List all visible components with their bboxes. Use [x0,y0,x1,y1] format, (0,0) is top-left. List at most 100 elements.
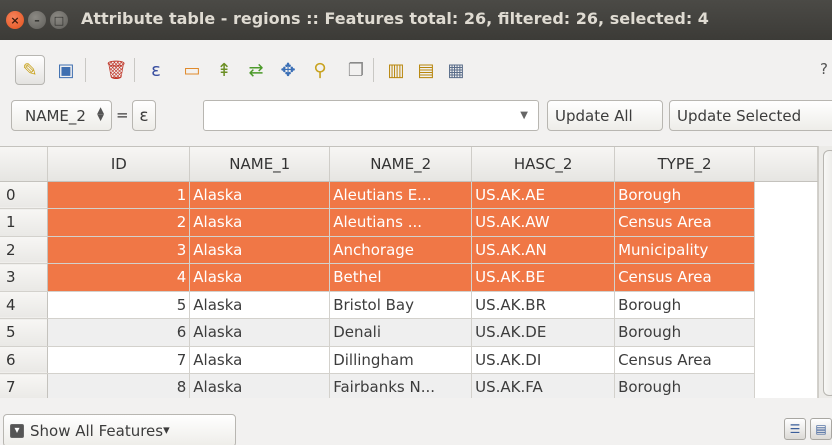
cell-name-1[interactable]: Alaska [189,373,331,398]
table-row[interactable]: 7 8 Alaska Fairbanks N... US.AK.FA Borough [0,373,818,398]
cell-name-1[interactable]: Alaska [189,181,331,209]
delete-selected-button[interactable]: 🗑 [101,55,131,85]
row-header[interactable]: 3 [0,263,49,292]
cell-id[interactable]: 7 [47,346,191,374]
cell-type-2[interactable]: Census Area [614,346,756,374]
cell-type-2[interactable]: Municipality [614,236,756,264]
help-button[interactable]: ? [820,60,828,78]
cell-id[interactable]: 3 [47,236,191,264]
scrollbar-thumb[interactable] [823,150,832,396]
zoom-to-selected-button[interactable]: ⚲ [305,55,335,85]
table-row[interactable]: 2 3 Alaska Anchorage US.AK.AN Municipality [0,236,818,264]
cell-type-2[interactable]: Borough [614,318,756,347]
cell-id[interactable]: 4 [47,263,191,292]
expression-builder-button[interactable]: ε [132,100,156,131]
table-row[interactable]: 1 2 Alaska Aleutians ... US.AK.AW Census Area [0,208,818,237]
cell-hasc-2[interactable]: US.AK.DI [471,346,616,374]
cell-hasc-2[interactable]: US.AK.BR [471,291,616,319]
column-header-id[interactable]: ID ▲ [47,147,205,182]
cell-name-2[interactable]: Aleutians ... [329,208,473,237]
table-row[interactable]: 5 6 Alaska Denali US.AK.DE Borough [0,318,818,347]
cell-hasc-2[interactable]: US.AK.DE [471,318,616,347]
cell-type-2[interactable]: Borough [614,373,756,398]
pan-to-selected-button[interactable]: ✥ [273,55,303,85]
cell-name-2[interactable]: Anchorage [329,236,473,264]
cell-id[interactable]: 6 [47,318,191,347]
cell-hasc-2[interactable]: US.AK.AW [471,208,616,237]
cell-hasc-2[interactable]: US.AK.FA [471,373,616,398]
cell-name-2[interactable]: Bethel [329,263,473,292]
cell-id[interactable]: 8 [47,373,191,398]
save-edits-button[interactable]: ▣ [51,55,81,85]
delete-column-button[interactable]: ▥ [381,55,411,85]
move-selection-top-button[interactable]: ⇞ [209,55,239,85]
new-column-button[interactable]: ▤ [411,55,441,85]
table-row[interactable]: 4 5 Alaska Bristol Bay US.AK.BR Borough [0,291,818,319]
update-value-input[interactable]: ▼ [203,100,539,131]
table-view-button[interactable]: ☰ [784,418,806,440]
cell-type-2[interactable]: Borough [614,291,756,319]
window-title: Attribute table - regions :: Features to… [81,9,709,28]
row-header[interactable]: 4 [0,291,49,319]
cell-hasc-2[interactable]: US.AK.BE [471,263,616,292]
cell-name-1[interactable]: Alaska [189,318,331,347]
toolbar: ? ✎ ▣ 🗑 ε ▭ ⇞ ⇄ ✥ ⚲ ❐ ▥ ▤ ▦ [0,50,832,90]
cell-name-1[interactable]: Alaska [189,208,331,237]
cell-type-2[interactable]: Census Area [614,263,756,292]
table-row[interactable]: 6 7 Alaska Dillingham US.AK.DI Census Area [0,346,818,374]
cell-id[interactable]: 2 [47,208,191,237]
row-header[interactable]: 6 [0,346,49,374]
field-calculator-button[interactable]: ▦ [441,55,471,85]
deselect-all-button[interactable]: ▭ [177,55,207,85]
column-header-hasc-2[interactable]: HASC_2 [471,147,616,182]
toggle-editing-button[interactable]: ✎ [15,55,45,85]
cell-name-1[interactable]: Alaska [189,236,331,264]
form-view-button[interactable]: ▤ [810,418,832,440]
cell-name-1[interactable]: Alaska [189,291,331,319]
cell-name-2[interactable]: Aleutians E... [329,181,473,209]
cell-name-2[interactable]: Bristol Bay [329,291,473,319]
cell-name-2[interactable]: Fairbanks N... [329,373,473,398]
field-select[interactable]: NAME_2 ▲ ▼ [11,100,112,131]
row-header[interactable]: 7 [0,373,49,398]
row-filler [754,318,818,346]
cell-hasc-2[interactable]: US.AK.AN [471,236,616,264]
cell-name-2[interactable]: Dillingham [329,346,473,374]
zoom-to-selected-icon: ⚲ [313,59,327,81]
cell-hasc-2[interactable]: US.AK.AE [471,181,616,209]
maximize-window-button[interactable]: □ [50,11,68,29]
row-header[interactable]: 0 [0,181,49,209]
cell-name-1[interactable]: Alaska [189,346,331,374]
row-filler [754,291,818,319]
corner-header[interactable] [0,147,49,182]
column-header-type-2[interactable]: TYPE_2 [614,147,756,182]
table-row[interactable]: 0 1 Alaska Aleutians E... US.AK.AE Borough [0,181,818,209]
cell-type-2[interactable]: Census Area [614,208,756,237]
row-header[interactable]: 2 [0,236,49,264]
show-all-features-button[interactable]: ▾ Show All Features ▾ [3,414,236,445]
table-row[interactable]: 3 4 Alaska Bethel US.AK.BE Census Area [0,263,818,292]
update-selected-button[interactable]: Update Selected [669,100,832,131]
update-all-button[interactable]: Update All [547,100,663,131]
chevron-down-icon[interactable]: ▼ [520,110,528,121]
copy-rows-button[interactable]: ❐ [341,55,371,85]
column-header-name-1[interactable]: NAME_1 [189,147,331,182]
cell-name-2[interactable]: Denali [329,318,473,347]
close-window-button[interactable]: × [6,11,24,29]
cell-type-2[interactable]: Borough [614,181,756,209]
field-spinner[interactable]: ▲ ▼ [97,107,104,123]
row-filler [754,373,818,398]
vertical-scrollbar[interactable] [818,146,832,398]
select-by-expression-button[interactable]: ε [141,55,171,85]
filter-icon: ▾ [10,423,24,438]
row-header[interactable]: 1 [0,208,49,237]
invert-selection-icon: ⇄ [248,59,264,81]
toggle-editing-icon: ✎ [22,59,38,81]
cell-id[interactable]: 5 [47,291,191,319]
cell-name-1[interactable]: Alaska [189,263,331,292]
invert-selection-button[interactable]: ⇄ [241,55,271,85]
row-header[interactable]: 5 [0,318,49,347]
minimize-window-button[interactable]: – [28,11,46,29]
cell-id[interactable]: 1 [47,181,191,209]
column-header-name-2[interactable]: NAME_2 [329,147,473,182]
